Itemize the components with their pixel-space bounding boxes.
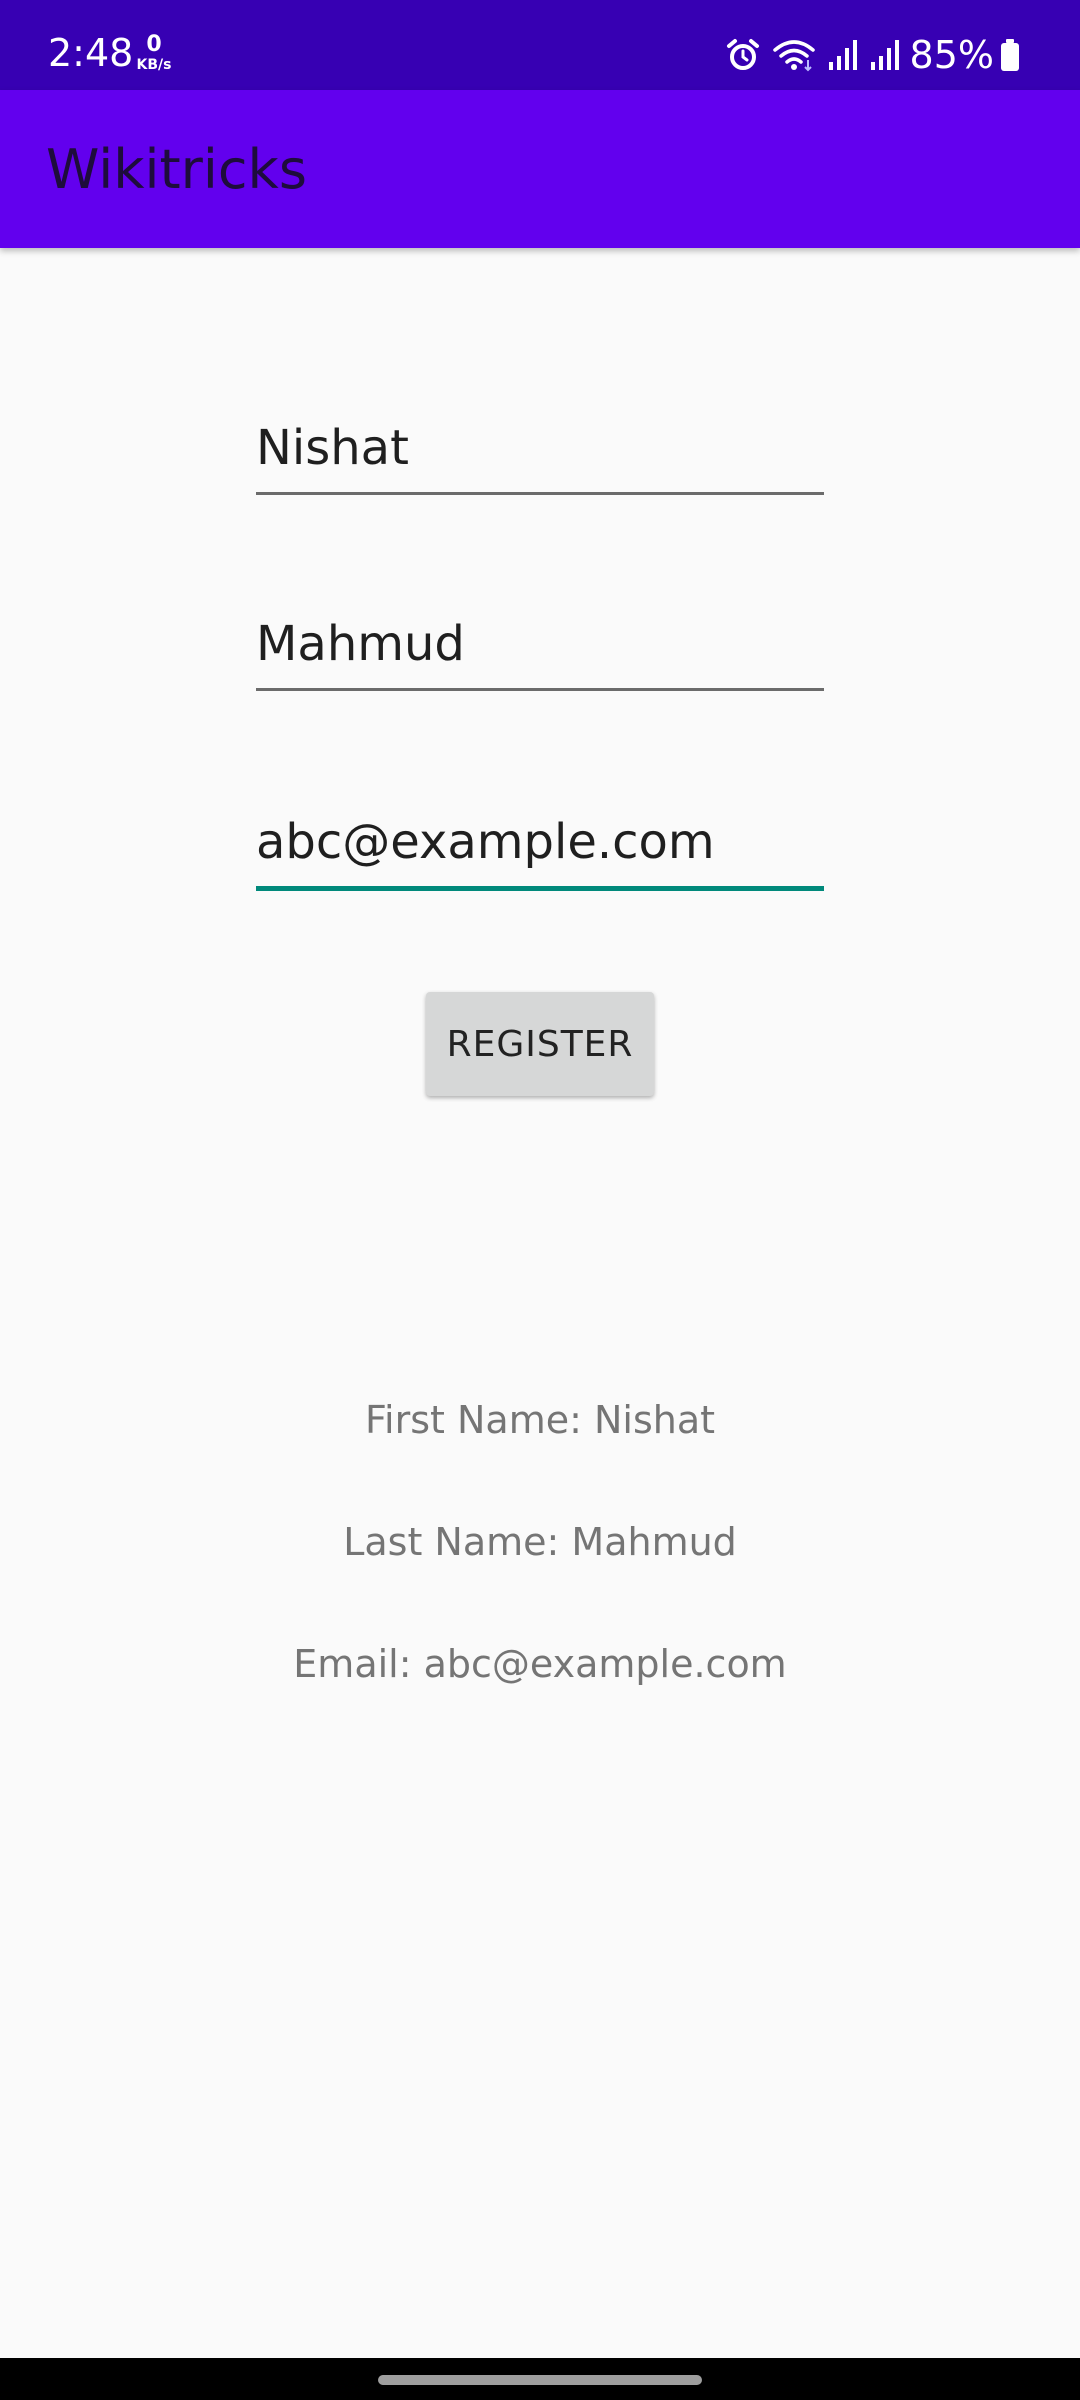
- app-title: Wikitricks: [46, 138, 307, 201]
- last-name-result: Last Name: Mahmud: [343, 1520, 737, 1564]
- last-name-field[interactable]: [256, 608, 824, 680]
- network-speed-indicator: 0 KB/s: [134, 32, 174, 73]
- last-name-field-container: [256, 608, 824, 691]
- battery-percentage: 85%: [909, 33, 994, 77]
- home-gesture-handle[interactable]: [378, 2375, 702, 2385]
- register-button[interactable]: REGISTER: [426, 992, 654, 1096]
- first-name-field-container: [256, 412, 824, 495]
- first-name-result: First Name: Nishat: [364, 1398, 716, 1442]
- network-speed-unit: KB/s: [136, 57, 172, 73]
- email-field-container: [256, 806, 824, 891]
- wifi-icon: [772, 40, 815, 72]
- alarm-icon: [726, 39, 759, 70]
- status-bar: 2:48 0 KB/s 85%: [0, 0, 1080, 90]
- email-result: Email: abc@example.com: [293, 1642, 787, 1686]
- navigation-bar: [0, 2358, 1080, 2400]
- email-field[interactable]: [256, 806, 824, 878]
- status-time: 2:48: [48, 31, 134, 75]
- network-speed-value: 0: [146, 32, 162, 57]
- signal-icon: [828, 40, 857, 70]
- first-name-field[interactable]: [256, 412, 824, 484]
- status-icons: 85%: [714, 32, 1020, 78]
- signal-icon: [870, 40, 899, 70]
- app-bar: Wikitricks: [0, 90, 1080, 248]
- battery-icon: [1001, 39, 1019, 71]
